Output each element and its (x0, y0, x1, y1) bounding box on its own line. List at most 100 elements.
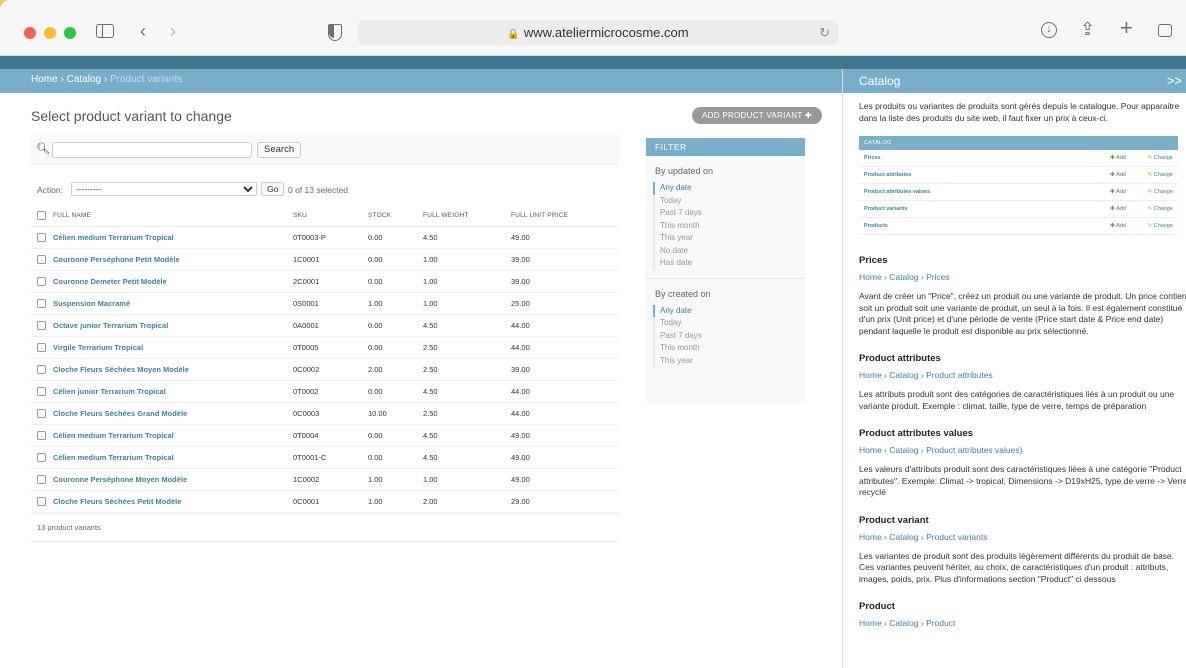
row-checkbox[interactable] (37, 386, 46, 396)
model-link[interactable]: Product attributes (864, 172, 911, 178)
reload-icon[interactable]: ↻ (819, 20, 830, 45)
row-checkbox[interactable] (37, 364, 46, 374)
filter-option[interactable]: Any date (653, 182, 805, 195)
downloads-icon[interactable]: ↓ (1041, 22, 1057, 38)
change-link[interactable]: ✎ Change (1148, 150, 1173, 167)
expand-panel-button[interactable]: >> (1167, 69, 1182, 93)
privacy-shield-icon[interactable] (328, 24, 342, 41)
row-checkbox[interactable] (37, 430, 46, 440)
column-header[interactable]: STOCK (368, 206, 423, 227)
sku-cell: 0A0001 (293, 314, 368, 337)
row-checkbox[interactable] (37, 474, 46, 484)
action-select[interactable]: --------- (71, 182, 257, 196)
variant-link[interactable]: Célien junior Terrarium Tropical (53, 387, 166, 396)
row-checkbox[interactable] (37, 276, 46, 286)
section-breadcrumb[interactable]: Home › Catalog › Product attributes (859, 370, 1186, 381)
filter-option[interactable]: This month (655, 342, 805, 355)
url-text: www.ateliermicrocosme.com (523, 25, 689, 40)
change-link[interactable]: ✎ Change (1148, 218, 1173, 235)
breadcrumb-catalog[interactable]: Catalog (67, 74, 101, 85)
module-row: Products ✚ Add ✎ Change (859, 218, 1178, 235)
row-checkbox[interactable] (37, 298, 46, 308)
row-checkbox[interactable] (37, 254, 46, 264)
search-button[interactable]: Search (257, 142, 302, 158)
tab-overview-icon[interactable] (1158, 24, 1172, 37)
filter-option[interactable]: Past 7 days (655, 330, 805, 343)
variant-link[interactable]: Cloche Fleurs Séchées Grand Modèle (53, 409, 187, 418)
variant-link[interactable]: Couronne Perséphone Moyen Modèle (53, 475, 187, 484)
variant-link[interactable]: Couronne Demeter Petit Modèle (53, 277, 167, 286)
table-row: Virgile Terrarium Tropical 0T0005 0.00 2.50… (31, 336, 619, 359)
change-link[interactable]: ✎ Change (1148, 201, 1173, 218)
add-product-variant-button[interactable]: ADD PRODUCT VARIANT ✚ (692, 107, 822, 124)
weight-cell: 2.00 (423, 490, 511, 513)
price-cell: 49.00 (511, 468, 619, 491)
full-name-cell: Octave junior Terrarium Tropical (53, 314, 293, 337)
section-breadcrumb[interactable]: Home › Catalog › Product variants (859, 532, 1186, 543)
new-tab-icon[interactable]: + (1120, 17, 1133, 39)
model-link[interactable]: Prices (864, 155, 881, 161)
full-name-cell: Suspension Macramé (53, 292, 293, 315)
search-input[interactable] (52, 142, 252, 158)
variant-link[interactable]: Virgile Terrarium Tropical (53, 343, 143, 352)
section-breadcrumb[interactable]: Home › Catalog › Product attributes valu… (859, 445, 1186, 456)
filter-option[interactable]: No date (655, 245, 805, 258)
change-link[interactable]: ✎ Change (1148, 167, 1173, 184)
section-breadcrumb[interactable]: Home › Catalog › Product (859, 618, 1186, 629)
add-link[interactable]: ✚ Add (1110, 201, 1126, 218)
address-bar[interactable]: 🔒 www.ateliermicrocosme.com ↻ (358, 20, 838, 45)
forward-icon[interactable]: › (170, 22, 176, 40)
variant-link[interactable]: Célien medium Terrarium Tropical (53, 233, 174, 242)
column-header[interactable]: FULL UNIT PRICE (511, 206, 619, 227)
filter-option[interactable]: This year (655, 232, 805, 245)
close-window-button[interactable] (24, 27, 36, 39)
go-button[interactable]: Go (261, 182, 285, 196)
model-link[interactable]: Product attributes values (864, 189, 930, 195)
panel-header: Catalog >> (843, 69, 1186, 93)
column-header[interactable]: SKU (293, 206, 368, 227)
variant-link[interactable]: Octave junior Terrarium Tropical (53, 321, 168, 330)
variant-link[interactable]: Célien medium Terrarium Tropical (53, 453, 174, 462)
variant-link[interactable]: Célien medium Terrarium Tropical (53, 431, 174, 440)
row-checkbox[interactable] (37, 232, 46, 242)
row-checkbox[interactable] (37, 408, 46, 418)
filter-option[interactable]: This year (655, 355, 805, 368)
filter-option[interactable]: Has date (655, 257, 805, 270)
variant-link[interactable]: Suspension Macramé (53, 299, 130, 308)
row-select-cell (31, 270, 53, 293)
stock-cell: 0.00 (368, 336, 423, 359)
minimize-window-button[interactable] (44, 27, 56, 39)
admin-header (0, 56, 1186, 69)
add-link[interactable]: ✚ Add (1110, 150, 1126, 167)
share-icon[interactable]: ⇪ (1080, 20, 1095, 38)
row-checkbox[interactable] (37, 452, 46, 462)
select-all-checkbox[interactable] (37, 211, 46, 221)
add-link[interactable]: ✚ Add (1110, 218, 1126, 235)
variant-link[interactable]: Cloche Fleurs Séchées Petit Modèle (53, 497, 181, 506)
add-link[interactable]: ✚ Add (1110, 167, 1126, 184)
row-checkbox[interactable] (37, 342, 46, 352)
model-link[interactable]: Products (864, 223, 888, 229)
weight-cell: 4.50 (423, 226, 511, 249)
filter-option[interactable]: Any date (653, 304, 805, 317)
filter-option[interactable]: This month (655, 220, 805, 233)
variant-link[interactable]: Couronne Perséphone Petit Modèle (53, 255, 180, 264)
row-checkbox[interactable] (37, 496, 46, 506)
full-name-cell: Célien medium Terrarium Tropical (53, 446, 293, 469)
column-header[interactable]: FULL WEIGHT (423, 206, 511, 227)
column-header[interactable]: FULL NAME (53, 206, 293, 227)
breadcrumb-home[interactable]: Home (31, 74, 58, 85)
filter-option[interactable]: Today (655, 317, 805, 330)
add-link[interactable]: ✚ Add (1110, 184, 1126, 201)
row-select-cell (31, 424, 53, 447)
row-checkbox[interactable] (37, 320, 46, 330)
variant-link[interactable]: Cloche Fleurs Séchées Moyen Modèle (53, 365, 189, 374)
filter-option[interactable]: Past 7 days (655, 207, 805, 220)
sidebar-toggle-icon[interactable] (96, 24, 114, 38)
model-link[interactable]: Product variants (864, 206, 907, 212)
section-breadcrumb[interactable]: Home › Catalog › Prices (859, 272, 1186, 283)
filter-option[interactable]: Today (655, 195, 805, 208)
back-icon[interactable]: ‹ (140, 22, 146, 40)
change-link[interactable]: ✎ Change (1148, 184, 1173, 201)
zoom-window-button[interactable] (64, 27, 76, 39)
